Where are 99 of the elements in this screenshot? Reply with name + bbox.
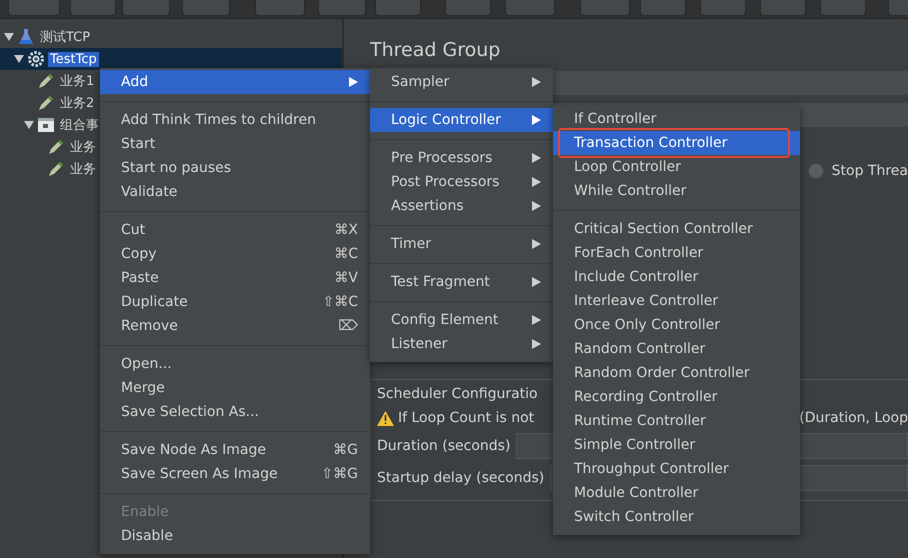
field-label: Startup delay (seconds) — [377, 470, 544, 486]
toolbar-button[interactable] — [640, 0, 686, 16]
controller-icon — [37, 116, 55, 134]
toolbar-button[interactable] — [580, 0, 630, 16]
menu-item[interactable]: Add Think Times to children — [100, 108, 370, 132]
submenu-arrow-icon — [532, 239, 541, 249]
tree-item[interactable]: 组合事 — [58, 116, 101, 134]
expand-toggle-icon[interactable] — [4, 32, 14, 42]
toolbar-button[interactable] — [375, 0, 421, 16]
warning-text: (Duration, Loop — [799, 410, 908, 426]
menu-item[interactable]: ForEach Controller — [553, 241, 800, 265]
menu-item[interactable]: Assertions — [370, 194, 553, 218]
toolbar-button[interactable] — [122, 0, 170, 16]
menu-item[interactable]: Test Fragment — [370, 270, 553, 294]
field-label: Duration (seconds) — [377, 438, 510, 454]
menu-item[interactable]: If Controller — [553, 107, 800, 131]
tree-item[interactable]: 测试TCP — [38, 28, 92, 46]
shortcut-label: ⌘V — [334, 270, 358, 286]
flask-icon — [17, 28, 35, 46]
toolbar-button[interactable] — [700, 0, 746, 16]
menu-item[interactable]: Random Controller — [553, 337, 800, 361]
pen-icon — [37, 72, 55, 90]
menu-item[interactable]: Include Controller — [553, 265, 800, 289]
menu-item[interactable]: Save Screen As Image ⇧⌘G — [100, 462, 370, 486]
toolbar-button[interactable] — [318, 0, 366, 16]
toolbar-button[interactable] — [820, 0, 866, 16]
warning-text: If Loop Count is not — [398, 410, 534, 426]
submenu-arrow-icon — [532, 201, 541, 211]
shortcut-label: ⌘C — [334, 246, 358, 262]
menu-item[interactable]: Save Selection As... — [100, 400, 370, 424]
menu-item[interactable]: Disable — [100, 524, 370, 548]
toolbar-button[interactable] — [445, 0, 491, 16]
expand-toggle-icon[interactable] — [24, 120, 34, 130]
menu-item[interactable]: Timer — [370, 232, 553, 256]
submenu-arrow-icon — [532, 177, 541, 187]
menu-item[interactable]: Add — [100, 70, 370, 94]
menu-item[interactable]: Once Only Controller — [553, 313, 800, 337]
menu-item[interactable]: Start no pauses — [100, 156, 370, 180]
toolbar-button[interactable] — [8, 0, 60, 16]
submenu-arrow-icon — [532, 277, 541, 287]
menu-item[interactable]: Duplicate ⇧⌘C — [100, 290, 370, 314]
tree-item[interactable]: 业务1 — [58, 72, 96, 90]
menu-item[interactable]: Sampler — [370, 70, 553, 94]
menu-item[interactable]: Post Processors — [370, 170, 553, 194]
toolbar-button[interactable] — [182, 0, 230, 16]
warning-icon — [377, 410, 394, 426]
radio-button[interactable] — [808, 163, 824, 179]
submenu-arrow-icon — [532, 315, 541, 325]
menu-item[interactable]: Merge — [100, 376, 370, 400]
menu-item[interactable]: Recording Controller — [553, 385, 800, 409]
submenu-arrow-icon — [532, 77, 541, 87]
menu-item[interactable]: Logic Controller — [370, 108, 553, 132]
menu-item[interactable]: Save Node As Image ⌘G — [100, 438, 370, 462]
menu-item[interactable]: Copy ⌘C — [100, 242, 370, 266]
menu-item[interactable]: Listener — [370, 332, 553, 356]
menu-item[interactable]: Config Element — [370, 308, 553, 332]
menu-item[interactable]: Paste ⌘V — [100, 266, 370, 290]
menu-item[interactable]: Validate — [100, 180, 370, 204]
tree-item[interactable]: TestTcp — [48, 52, 99, 66]
menu-item[interactable]: Transaction Controller — [553, 131, 800, 155]
panel-title: Thread Group — [370, 38, 502, 63]
submenu-arrow-icon — [349, 77, 358, 87]
submenu-arrow-icon — [532, 339, 541, 349]
toolbar-button[interactable] — [505, 0, 555, 16]
shortcut-label: ⌘G — [333, 442, 358, 458]
tree-item[interactable]: 业务2 — [58, 94, 96, 112]
submenu-arrow-icon — [532, 153, 541, 163]
pen-icon — [47, 138, 65, 156]
expand-toggle-icon[interactable] — [14, 54, 24, 64]
shortcut-label: ⌘X — [334, 222, 358, 238]
pen-icon — [37, 94, 55, 112]
menu-item[interactable]: Simple Controller — [553, 433, 800, 457]
menu-item[interactable]: Critical Section Controller — [553, 217, 800, 241]
gear-icon — [27, 50, 45, 68]
tree-item[interactable]: 业务 — [68, 160, 98, 178]
tree-item[interactable]: 业务 — [68, 138, 98, 156]
shortcut-label: ⇧⌘G — [321, 466, 358, 482]
section-heading: Scheduler Configuratio — [377, 386, 538, 402]
menu-item[interactable]: While Controller — [553, 179, 800, 203]
toolbar-button[interactable] — [70, 0, 116, 16]
menu-item[interactable]: Remove ⌦ — [100, 314, 370, 338]
radio-label: Stop Threa — [832, 163, 908, 179]
menu-item[interactable]: Throughput Controller — [553, 457, 800, 481]
menu-item[interactable]: Cut ⌘X — [100, 218, 370, 242]
pen-icon — [47, 160, 65, 178]
menu-item[interactable]: Switch Controller — [553, 505, 800, 529]
menu-item[interactable]: Pre Processors — [370, 146, 553, 170]
menu-item[interactable]: Random Order Controller — [553, 361, 800, 385]
menu-item[interactable]: Loop Controller — [553, 155, 800, 179]
menu-item[interactable]: Start — [100, 132, 370, 156]
submenu-arrow-icon — [532, 115, 541, 125]
menu-item[interactable]: Runtime Controller — [553, 409, 800, 433]
menu-item[interactable]: Open... — [100, 352, 370, 376]
shortcut-label: ⌦ — [338, 318, 358, 334]
shortcut-label: ⇧⌘C — [322, 294, 358, 310]
menu-item[interactable]: Module Controller — [553, 481, 800, 505]
toolbar-button[interactable] — [255, 0, 305, 16]
toolbar-button[interactable] — [760, 0, 806, 16]
menu-item[interactable]: Interleave Controller — [553, 289, 800, 313]
